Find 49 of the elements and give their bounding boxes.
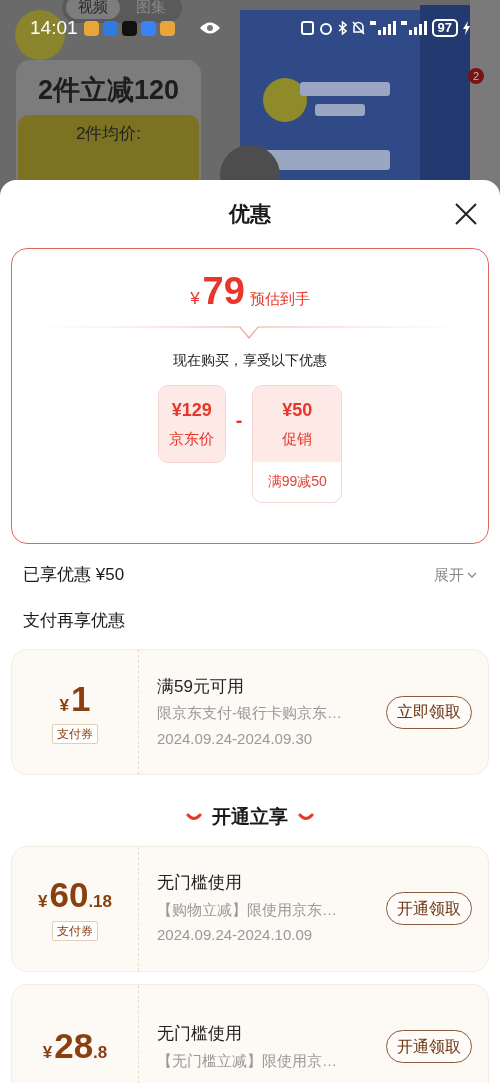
summary-intro: 现在购买，享受以下优惠 (172, 350, 328, 370)
coupon-date: 2024.09.24-2024.10.09 (157, 925, 314, 946)
coupon-amount: 60 (49, 876, 89, 915)
coupon-description: 限京东支付-银行卡购京东… (157, 703, 343, 724)
tile-label: 京东价 (169, 428, 215, 449)
coupon-description: 【购物立减】限使用京东… (157, 899, 338, 920)
signal-icon (369, 21, 396, 35)
tile-amount: ¥129 (171, 398, 212, 422)
tile-label: 促销 (282, 428, 313, 449)
coupon-tag: 支付券 (52, 920, 98, 941)
coupon-description: 【无门槛立减】限使用京… (157, 1050, 338, 1071)
sheet-title: 优惠 (229, 201, 271, 228)
enjoyed-discount: 已享优惠 ¥50 (23, 564, 125, 586)
coupon-decimal: .18 (88, 891, 112, 914)
currency-symbol: ¥ (59, 694, 69, 717)
promo-title: 2件立减120 (36, 74, 181, 107)
tab[interactable]: 视频 (66, 0, 120, 19)
eye-icon (198, 21, 221, 35)
coupon-amount: 1 (71, 679, 91, 718)
battery-indicator: 97 (431, 19, 458, 37)
close-button[interactable] (454, 202, 478, 226)
coupon-title: 无门槛使用 (157, 1023, 243, 1045)
smile-icon (186, 813, 202, 822)
currency-symbol: ¥ (42, 1042, 53, 1065)
currency-symbol: ¥ (37, 891, 48, 914)
currency-symbol: ¥ (190, 288, 200, 310)
coupon-amount: 28 (54, 1027, 94, 1066)
coupon-decimal: .8 (93, 1042, 108, 1065)
section-title: 支付再享优惠 (23, 610, 125, 630)
coupon-title: 无门槛使用 (157, 872, 243, 895)
promo-subtitle: 2件均价: (75, 122, 142, 145)
claim-button[interactable]: 开通领取 (386, 892, 472, 925)
tile-detail: 满99减50 (266, 472, 328, 491)
minus-sign: - (235, 407, 243, 433)
bluetooth-icon (337, 21, 347, 35)
section-title: 开通立享 (212, 805, 288, 829)
claim-button[interactable]: 立即领取 (386, 695, 472, 729)
claim-button[interactable]: 开通领取 (386, 1030, 472, 1063)
tile-amount: ¥50 (282, 398, 313, 422)
estimated-price: 79 (202, 271, 245, 311)
coupon-date: 2024.09.24-2024.09.30 (157, 728, 314, 749)
mute-icon (351, 21, 365, 35)
expand-toggle[interactable]: 展开 (434, 563, 477, 586)
smile-icon (298, 813, 314, 822)
chevron-down-icon (467, 571, 477, 578)
signal-icon (400, 21, 427, 35)
coupon-title: 满59元可用 (157, 675, 245, 698)
coupon-tag: 支付券 (52, 724, 98, 745)
price-note: 预估到手 (249, 289, 310, 309)
